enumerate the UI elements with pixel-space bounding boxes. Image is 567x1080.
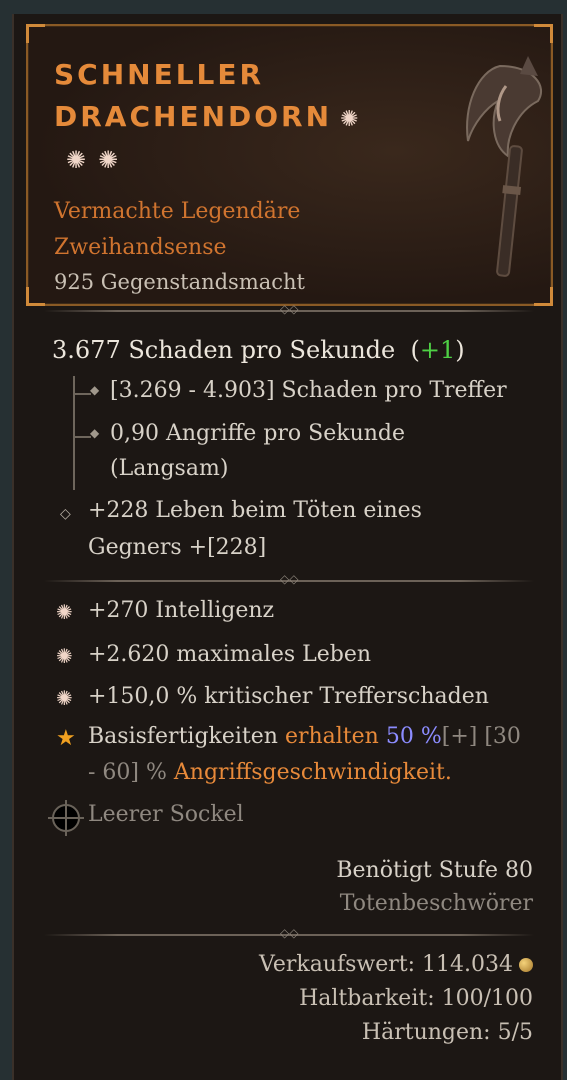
scythe-weapon-icon <box>466 56 543 277</box>
affix-intelligence: +270 Intelligenz <box>88 598 275 623</box>
greater-affix-flowers: ✺✺ <box>66 146 130 174</box>
divider-ornament-icon: ◇◇ <box>280 302 299 316</box>
frame-corner <box>534 24 553 43</box>
coin-icon <box>519 958 533 972</box>
dps-change-close: ) <box>455 336 465 364</box>
affix-max-life: +2.620 maximales Leben <box>88 642 372 667</box>
aspect-value: 50 % <box>378 724 442 749</box>
divider: ◇◇ <box>44 302 534 316</box>
sell-value-text: Verkaufswert: 114.034 <box>258 952 513 977</box>
stat-tree-branch <box>73 393 91 395</box>
aspect-range: [+] [30 <box>441 724 521 749</box>
item-name-line-2: DRACHENDORN <box>54 100 333 133</box>
legendary-aspect-line-2: - 60] % Angriffsgeschwindigkeit. <box>88 760 452 785</box>
flower-icon: ✺ <box>56 686 73 710</box>
dps-change-open: ( <box>410 336 420 364</box>
affix-crit-damage: +150,0 % kritischer Trefferschaden <box>88 684 489 709</box>
branch-arrow-icon: ◆ <box>90 426 100 440</box>
divider-ornament-icon: ◇◇ <box>280 926 299 940</box>
stat-tree-branch <box>73 436 91 438</box>
item-name-line-1: SCHNELLER <box>54 58 265 91</box>
damage-per-hit: [3.269 - 4.903] Schaden pro Treffer <box>110 378 507 403</box>
item-tooltip: SCHNELLER DRACHENDORN ✺ ✺✺ Vermachte Lege… <box>12 14 563 1080</box>
flower-icon: ✺ <box>56 600 73 624</box>
aspect-text: Basisfertigkeiten <box>88 724 285 749</box>
attack-speed-label: (Langsam) <box>110 456 229 481</box>
flower-icon: ✺ <box>340 107 362 132</box>
diamond-bullet-icon: ◇ <box>60 506 71 522</box>
aspect-keyword: erhalten <box>284 724 379 749</box>
attack-speed: 0,90 Angriffe pro Sekunde <box>110 421 406 446</box>
item-power: 925 Gegenstandsmacht <box>54 270 305 294</box>
empty-socket-icon <box>48 800 84 836</box>
star-icon: ★ <box>56 726 76 751</box>
required-class: Totenbeschwörer <box>339 891 533 916</box>
aspect-range-end: - 60] % <box>88 760 174 785</box>
socket-label: Leerer Sockel <box>88 802 244 827</box>
dps-line: 3.677 Schaden pro Sekunde (+1) <box>52 336 465 364</box>
flower-icon: ✺ <box>98 146 131 174</box>
item-type-line-1: Vermachte Legendäre <box>54 199 301 224</box>
divider-ornament-icon: ◇◇ <box>280 572 299 586</box>
frame-corner <box>26 287 45 306</box>
divider: ◇◇ <box>44 572 534 586</box>
frame-corner <box>26 24 45 43</box>
dps-change: +1 <box>419 336 456 364</box>
sell-value: Verkaufswert: 114.034 <box>259 952 533 977</box>
branch-arrow-icon: ◆ <box>90 383 100 397</box>
flower-icon: ✺ <box>56 644 73 668</box>
flower-icon: ✺ <box>66 146 99 174</box>
item-type: Vermachte Legendäre Zweihandsense <box>54 194 300 266</box>
item-name: SCHNELLER DRACHENDORN ✺ <box>54 54 414 141</box>
legendary-aspect-line-1: Basisfertigkeiten erhalten 50 %[+] [30 <box>88 724 521 749</box>
frame-corner <box>534 287 553 306</box>
required-level: Benötigt Stufe 80 <box>336 858 533 883</box>
implicit-affix-line-2: Gegners +[228] <box>88 535 267 560</box>
aspect-stat: Angriffsgeschwindigkeit. <box>173 760 452 785</box>
item-header: SCHNELLER DRACHENDORN ✺ ✺✺ Vermachte Lege… <box>26 24 553 306</box>
durability: Haltbarkeit: 100/100 <box>299 986 533 1011</box>
implicit-affix-line-1: +228 Leben beim Töten eines <box>88 498 422 523</box>
divider: ◇◇ <box>44 926 534 940</box>
dps-value: 3.677 Schaden pro Sekunde <box>52 336 396 364</box>
item-type-line-2: Zweihandsense <box>54 235 227 260</box>
tempers: Härtungen: 5/5 <box>361 1020 533 1045</box>
